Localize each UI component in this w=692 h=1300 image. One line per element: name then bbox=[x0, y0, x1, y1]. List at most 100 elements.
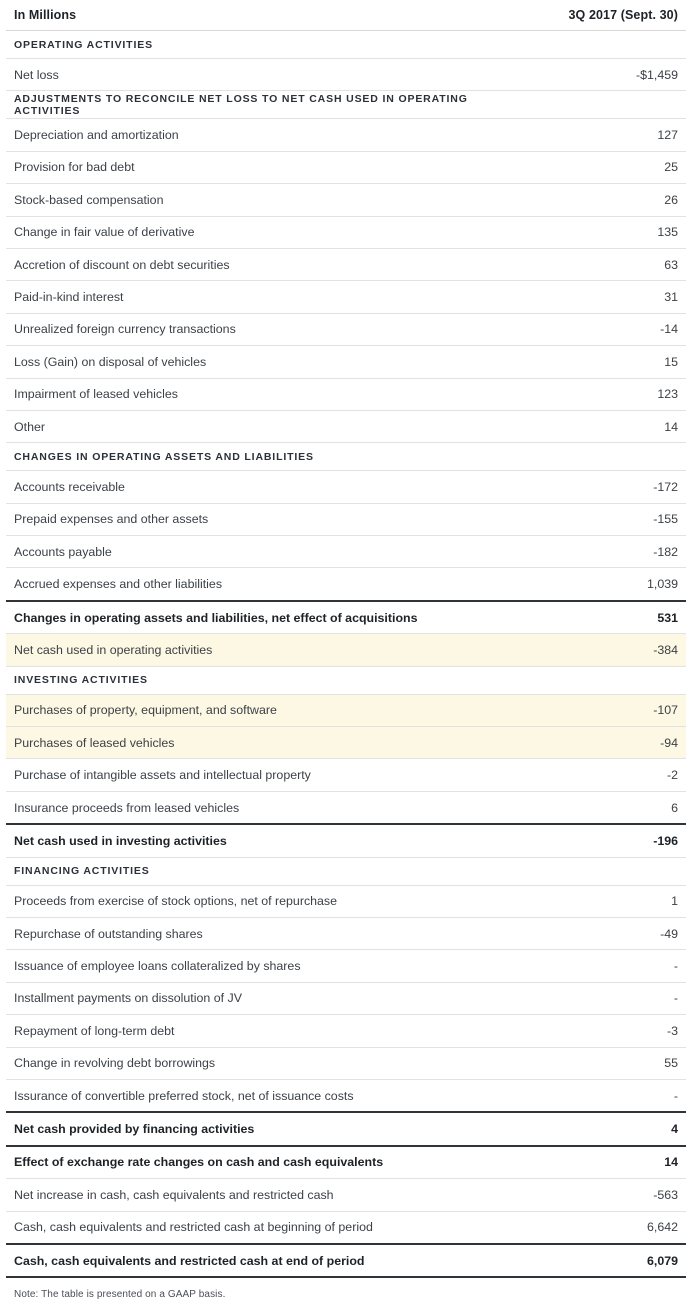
row-value: 31 bbox=[522, 280, 686, 314]
table-body: OPERATING ACTIVITIES Net loss -$1,459 ADJUS… bbox=[6, 30, 686, 1279]
row-value: -384 bbox=[522, 633, 686, 667]
section-header-row: INVESTING ACTIVITIES bbox=[6, 666, 686, 695]
header-label: In Millions bbox=[6, 0, 522, 31]
table-row: Other 14 bbox=[6, 410, 686, 444]
row-value: 123 bbox=[522, 378, 686, 411]
row-label: Change in revolving debt borrowings bbox=[6, 1047, 522, 1080]
table-row: Accounts payable -182 bbox=[6, 535, 686, 569]
row-label: Other bbox=[6, 410, 522, 444]
table-row: Change in revolving debt borrowings 55 bbox=[6, 1047, 686, 1080]
row-label: Repurchase of outstanding shares bbox=[6, 917, 522, 951]
table-row: Accounts receivable -172 bbox=[6, 470, 686, 504]
row-value: 127 bbox=[522, 118, 686, 152]
total-row: Effect of exchange rate changes on cash … bbox=[6, 1144, 686, 1180]
table-row: Stock-based compensation 26 bbox=[6, 183, 686, 217]
row-label: Unrealized foreign currency transactions bbox=[6, 313, 522, 347]
section-header-row: ADJUSTMENTS TO RECONCILE NET LOSS TO NET… bbox=[6, 90, 686, 120]
row-value: 14 bbox=[522, 410, 686, 444]
total-row: Net cash provided by financing activitie… bbox=[6, 1111, 686, 1147]
row-label: OPERATING ACTIVITIES bbox=[6, 30, 522, 59]
row-label: Installment payments on dissolution of J… bbox=[6, 982, 522, 1016]
section-header-row: CHANGES IN OPERATING ASSETS AND LIABILIT… bbox=[6, 442, 686, 472]
section-header-row: OPERATING ACTIVITIES bbox=[6, 30, 686, 59]
row-value: -107 bbox=[522, 694, 686, 728]
row-value: -196 bbox=[522, 823, 686, 858]
footnote: Note: The table is presented on a GAAP b… bbox=[14, 1289, 226, 1300]
table-row: Cash, cash equivalents and restricted ca… bbox=[6, 1211, 686, 1245]
row-label: Cash, cash equivalents and restricted ca… bbox=[6, 1242, 522, 1279]
row-label: Purchase of intangible assets and intell… bbox=[6, 758, 522, 792]
row-label: CHANGES IN OPERATING ASSETS AND LIABILIT… bbox=[6, 442, 522, 472]
row-value: 531 bbox=[522, 599, 686, 635]
table-row: Net cash used in operating activities -38… bbox=[6, 633, 686, 667]
cash-flow-statement: In Millions 3Q 2017 (Sept. 30) OPERATING… bbox=[0, 0, 692, 1300]
row-value: - bbox=[522, 982, 686, 1016]
row-value: 1,039 bbox=[522, 567, 686, 602]
row-value: 25 bbox=[522, 151, 686, 185]
table-row: Proceeds from exercise of stock options,… bbox=[6, 885, 686, 918]
row-value: 14 bbox=[522, 1144, 686, 1180]
total-row: Net cash used in investing activities -19… bbox=[6, 823, 686, 858]
row-value bbox=[522, 442, 686, 472]
row-label: Prepaid expenses and other assets bbox=[6, 503, 522, 537]
total-row: Changes in operating assets and liabilit… bbox=[6, 599, 686, 635]
row-label: Insurance proceeds from leased vehicles bbox=[6, 791, 522, 825]
row-label: Loss (Gain) on disposal of vehicles bbox=[6, 345, 522, 379]
row-label: Change in fair value of derivative bbox=[6, 216, 522, 249]
table-row: Paid-in-kind interest 31 bbox=[6, 280, 686, 314]
row-label: Paid-in-kind interest bbox=[6, 280, 522, 314]
row-label: Accretion of discount on debt securities bbox=[6, 248, 522, 282]
row-label: Net cash provided by financing activitie… bbox=[6, 1111, 522, 1147]
row-label: FINANCING ACTIVITIES bbox=[6, 857, 522, 886]
row-value: - bbox=[522, 949, 686, 983]
row-label: Purchases of leased vehicles bbox=[6, 726, 522, 760]
row-value: 6,642 bbox=[522, 1211, 686, 1245]
row-label: Accounts payable bbox=[6, 535, 522, 569]
row-label: Net cash used in operating activities bbox=[6, 633, 522, 667]
row-label: Impairment of leased vehicles bbox=[6, 378, 522, 411]
row-label: Net cash used in investing activities bbox=[6, 823, 522, 858]
table-row: Provision for bad debt 25 bbox=[6, 151, 686, 185]
row-label: INVESTING ACTIVITIES bbox=[6, 666, 522, 695]
table-row: Insurance proceeds from leased vehicles 6 bbox=[6, 791, 686, 825]
table-row: Purchases of leased vehicles -94 bbox=[6, 726, 686, 760]
row-label: Repayment of long-term debt bbox=[6, 1014, 522, 1048]
row-value bbox=[522, 666, 686, 695]
row-label: Changes in operating assets and liabilit… bbox=[6, 599, 522, 635]
row-label: Proceeds from exercise of stock options,… bbox=[6, 885, 522, 918]
row-value: -94 bbox=[522, 726, 686, 760]
cash-flow-table: In Millions 3Q 2017 (Sept. 30) OPERATING… bbox=[6, 0, 686, 1279]
table-row: Loss (Gain) on disposal of vehicles 15 bbox=[6, 345, 686, 379]
table-row: Accrued expenses and other liabilities 1,… bbox=[6, 567, 686, 602]
table-row: Unrealized foreign currency transactions… bbox=[6, 313, 686, 347]
row-value: 135 bbox=[522, 216, 686, 249]
row-value: 6,079 bbox=[522, 1242, 686, 1279]
table-header: In Millions 3Q 2017 (Sept. 30) bbox=[6, 0, 686, 31]
row-value: 63 bbox=[522, 248, 686, 282]
header-period: 3Q 2017 (Sept. 30) bbox=[522, 0, 686, 31]
row-value: 1 bbox=[522, 885, 686, 918]
row-label: Issurance of convertible preferred stock… bbox=[6, 1079, 522, 1113]
table-row: Issurance of convertible preferred stock… bbox=[6, 1079, 686, 1113]
row-value: -14 bbox=[522, 313, 686, 347]
section-header-row: FINANCING ACTIVITIES bbox=[6, 857, 686, 886]
row-value: 4 bbox=[522, 1111, 686, 1147]
table-row: Repayment of long-term debt -3 bbox=[6, 1014, 686, 1048]
row-value: -$1,459 bbox=[522, 58, 686, 92]
row-label: Provision for bad debt bbox=[6, 151, 522, 185]
table-row: Purchase of intangible assets and intell… bbox=[6, 758, 686, 792]
table-row: Purchases of property, equipment, and so… bbox=[6, 694, 686, 728]
row-value: -2 bbox=[522, 758, 686, 792]
table-row: Issuance of employee loans collateralize… bbox=[6, 949, 686, 983]
row-label: Depreciation and amortization bbox=[6, 118, 522, 152]
row-value bbox=[522, 857, 686, 886]
row-value: 55 bbox=[522, 1047, 686, 1080]
row-value: 15 bbox=[522, 345, 686, 379]
table-row: Net loss -$1,459 bbox=[6, 58, 686, 92]
row-value bbox=[522, 30, 686, 59]
row-label: Stock-based compensation bbox=[6, 183, 522, 217]
row-value: -182 bbox=[522, 535, 686, 569]
table-row: Repurchase of outstanding shares -49 bbox=[6, 917, 686, 951]
row-value: -155 bbox=[522, 503, 686, 537]
row-value: - bbox=[522, 1079, 686, 1113]
